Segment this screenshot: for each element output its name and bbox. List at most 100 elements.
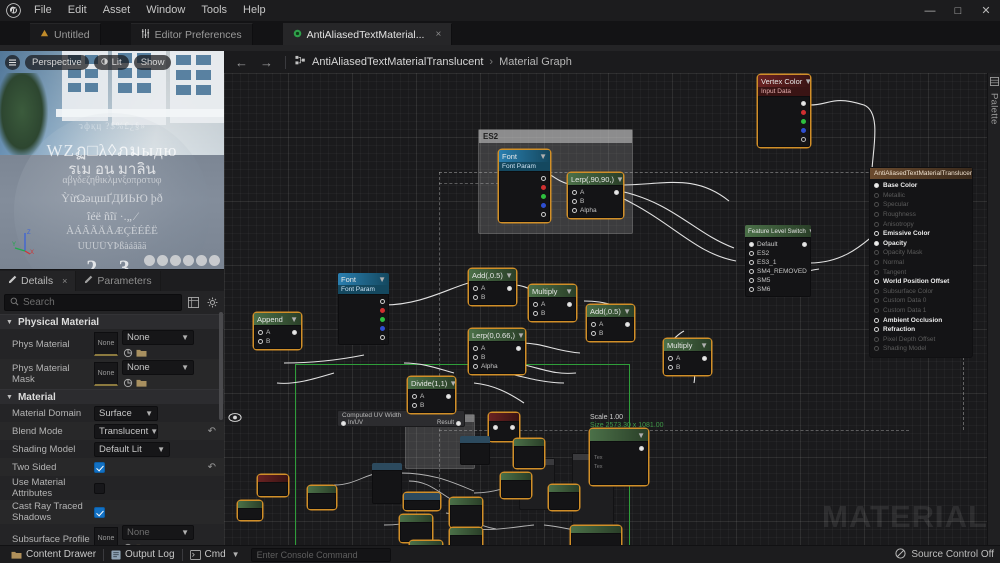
- node-small-graph-node[interactable]: [514, 439, 544, 468]
- nav-back-button[interactable]: ←: [232, 55, 251, 70]
- input-pin-default[interactable]: [749, 242, 754, 247]
- output-pin-r[interactable]: [801, 110, 806, 115]
- node-feature-level-switch[interactable]: Feature Level Switch ▼ Default ES2 ES3_1…: [745, 225, 811, 297]
- section-material[interactable]: ▼ Material: [0, 389, 224, 404]
- input-pin-sm5[interactable]: [749, 278, 754, 283]
- node-small-graph-node[interactable]: [501, 473, 531, 498]
- output-pin-b[interactable]: [801, 128, 806, 133]
- output-pin[interactable]: [802, 242, 807, 247]
- viewport-toggle-icon[interactable]: [157, 255, 168, 266]
- output-pin-rgb[interactable]: [541, 176, 546, 181]
- chevron-down-icon[interactable]: ▼: [378, 275, 386, 284]
- node-multiply-right[interactable]: Multiply ▼ A B: [664, 339, 711, 375]
- output-pin-pixel-depth-offset[interactable]: Pixel Depth Offset: [870, 335, 972, 345]
- close-icon[interactable]: ×: [62, 276, 67, 286]
- output-pin-ambient-occlusion[interactable]: Ambient Occlusion: [870, 315, 972, 325]
- input-pin-b[interactable]: [473, 355, 478, 360]
- node-append[interactable]: Append ▼ A B: [254, 313, 301, 349]
- output-pin-custom-data-0[interactable]: Custom Data 0: [870, 296, 972, 306]
- chevron-down-icon[interactable]: ▼: [637, 431, 645, 440]
- chevron-down-icon[interactable]: ▼: [623, 307, 631, 316]
- output-pin-metallic[interactable]: Metallic: [870, 191, 972, 201]
- input-pin-b[interactable]: [533, 311, 538, 316]
- breadcrumb-root[interactable]: AntiAliasedTextMaterialTranslucent: [312, 56, 483, 68]
- unreal-engine-logo-icon[interactable]: [0, 0, 26, 21]
- search-input[interactable]: Search: [4, 294, 182, 311]
- browse-to-asset-icon[interactable]: [122, 377, 133, 388]
- node-small-graph-node[interactable]: [489, 413, 519, 441]
- node-lerp-90[interactable]: Lerp(,90,90,) ▼ A B Alpha: [568, 173, 623, 218]
- output-pin-r[interactable]: [541, 185, 546, 190]
- chevron-down-icon[interactable]: ▼: [449, 379, 455, 388]
- phys-material-combo[interactable]: None ▼: [122, 330, 194, 345]
- node-small-graph-node[interactable]: [308, 486, 336, 509]
- input-pin-b[interactable]: [258, 339, 263, 344]
- gear-icon[interactable]: [205, 295, 220, 310]
- pin[interactable]: [874, 288, 879, 294]
- input-pin-inuv[interactable]: [341, 420, 346, 426]
- chevron-down-icon[interactable]: ▼: [517, 331, 525, 340]
- input-pin-b[interactable]: [591, 331, 596, 336]
- pin[interactable]: [874, 317, 879, 323]
- row-phys-material[interactable]: Phys Material None None ▼: [0, 329, 224, 359]
- node-font-param-es2[interactable]: Font ▼ Font Param: [499, 150, 550, 222]
- output-pin-world-position-offset[interactable]: World Position Offset: [870, 277, 972, 287]
- graph-canvas[interactable]: MATERIAL ES2 Vertex Color ▼ Input Data F…: [224, 73, 1000, 545]
- viewport-perspective-button[interactable]: Perspective: [25, 54, 89, 70]
- input-pin-sm4-removed[interactable]: [749, 269, 754, 274]
- pin[interactable]: [874, 308, 879, 314]
- output-pin[interactable]: [446, 394, 451, 399]
- pin[interactable]: [874, 298, 879, 304]
- node-add-upper[interactable]: Add(,0.5) ▼ A B: [469, 269, 516, 305]
- output-pin[interactable]: [639, 446, 644, 451]
- pin[interactable]: [874, 202, 879, 208]
- pin[interactable]: [874, 346, 879, 352]
- chevron-down-icon[interactable]: ▼: [232, 550, 240, 559]
- output-pin-emissive-color[interactable]: Emissive Color: [870, 229, 972, 239]
- pin[interactable]: [493, 425, 498, 430]
- browse-to-asset-icon[interactable]: [122, 347, 133, 358]
- output-pin-a[interactable]: [801, 137, 806, 142]
- input-pin-es31[interactable]: [749, 260, 754, 265]
- output-pin-result[interactable]: [456, 420, 461, 426]
- output-pin-g[interactable]: [541, 194, 546, 199]
- row-cast-ray-traced-shadows[interactable]: Cast Ray Traced Shadows: [0, 500, 224, 524]
- node-small-graph-node[interactable]: [258, 475, 288, 496]
- node-multiply-mid[interactable]: Multiply ▼ A B: [529, 285, 576, 321]
- asset-thumbnail[interactable]: None: [94, 362, 118, 386]
- output-pin[interactable]: [567, 302, 572, 307]
- revert-icon[interactable]: ↶: [208, 462, 220, 473]
- node-add-right[interactable]: Add(,0.5) ▼ A B: [587, 305, 634, 341]
- node-divide[interactable]: Divide(1,1) ▼ A B: [408, 377, 455, 413]
- output-pin-anisotropy[interactable]: Anisotropy: [870, 219, 972, 229]
- node-small-graph-node[interactable]: [410, 541, 442, 545]
- pin[interactable]: [874, 279, 879, 285]
- input-pin-b[interactable]: [668, 365, 673, 370]
- subsurface-profile-combo[interactable]: None ▼: [122, 525, 194, 540]
- palette-tab[interactable]: Palette: [987, 73, 1000, 545]
- output-pin-tangent[interactable]: Tangent: [870, 267, 972, 277]
- menu-icon[interactable]: [5, 54, 20, 70]
- node-small-graph-node[interactable]: [450, 528, 482, 545]
- node-material-output[interactable]: AntiAliasedTextMaterialTranslucent Base …: [869, 167, 973, 358]
- close-icon[interactable]: ×: [435, 29, 441, 40]
- output-pin-specular[interactable]: Specular: [870, 200, 972, 210]
- details-scrollbar[interactable]: [219, 312, 223, 420]
- output-pin-opacity-mask[interactable]: Opacity Mask: [870, 248, 972, 258]
- chevron-down-icon[interactable]: ▼: [700, 341, 708, 350]
- chevron-down-icon[interactable]: ▼: [290, 315, 298, 324]
- output-pin-a[interactable]: [380, 335, 385, 340]
- input-pin-a[interactable]: [473, 346, 478, 351]
- node-small-graph-node[interactable]: [549, 485, 579, 510]
- phys-material-mask-combo[interactable]: None ▼: [122, 360, 194, 375]
- input-pin-a[interactable]: [473, 286, 478, 291]
- output-pin-rgb[interactable]: [801, 101, 806, 106]
- grid-view-icon[interactable]: [186, 295, 201, 310]
- tab-editor-preferences[interactable]: Editor Preferences: [130, 23, 253, 45]
- menu-file[interactable]: File: [26, 1, 60, 20]
- output-pin[interactable]: [507, 286, 512, 291]
- output-pin-r[interactable]: [380, 308, 385, 313]
- pin[interactable]: [874, 336, 879, 342]
- node-small-graph-node[interactable]: [450, 498, 482, 527]
- input-pin-a[interactable]: [412, 394, 417, 399]
